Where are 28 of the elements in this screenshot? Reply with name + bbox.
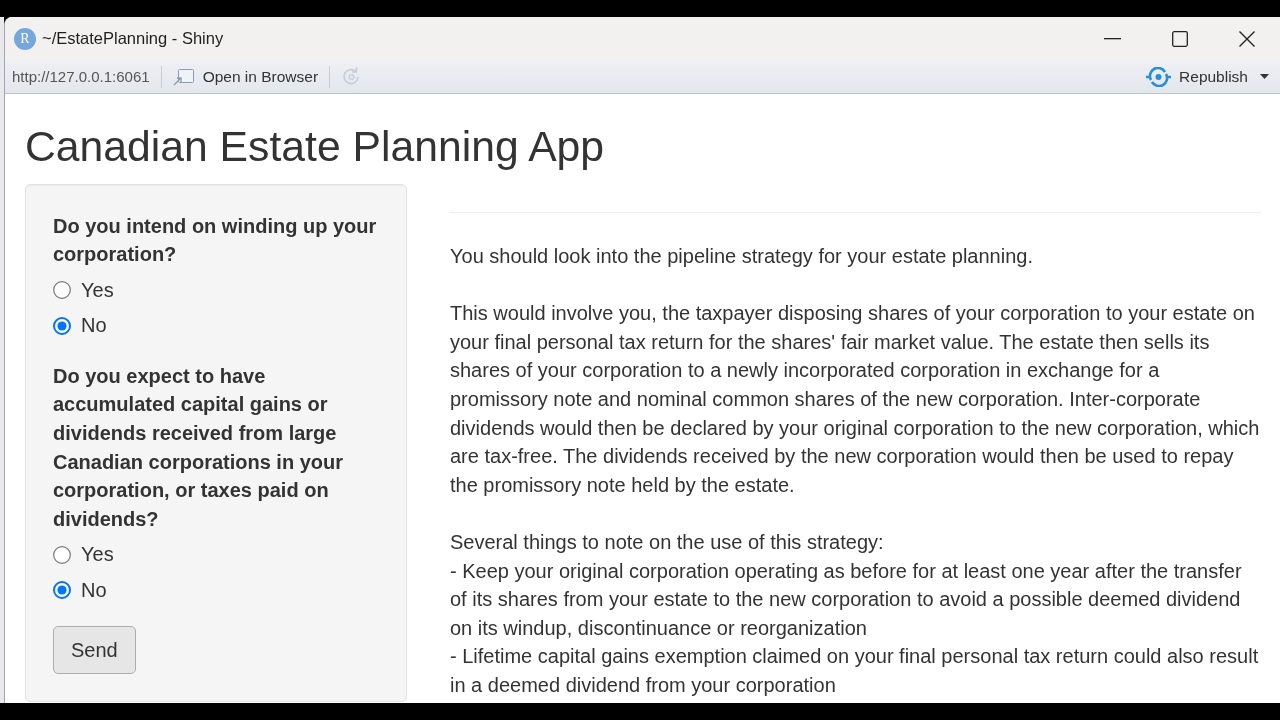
radio-button[interactable] <box>53 545 71 564</box>
close-icon[interactable] <box>1238 30 1255 47</box>
send-button[interactable]: Send <box>53 626 136 674</box>
radio-button[interactable] <box>53 581 71 600</box>
app-logo: R <box>14 27 36 50</box>
maximize-icon[interactable] <box>1171 30 1188 47</box>
note-item: - Keep your original corporation operating as before for at least one year after the transfer of its shares from your estate to the new corporation to avoid a possible deemed dividend on its windup, discontinuance or reorganization <box>450 558 1243 641</box>
radio-label[interactable]: Yes <box>81 278 114 302</box>
radio-label[interactable]: Yes <box>81 543 114 567</box>
radio-button[interactable] <box>53 281 71 300</box>
url-text: http://127.0.0.1:6061 <box>12 68 150 85</box>
republish-button[interactable]: Republish <box>1146 66 1248 87</box>
result-paragraph: You should look into the pipeline strategy for your estate planning. <box>450 244 1034 270</box>
notes-heading: Several things to note on the use of this strategy: <box>450 530 885 555</box>
radio-button[interactable] <box>53 316 71 335</box>
window-arrow-icon <box>172 67 195 86</box>
note-item: - Lifetime capital gains exemption claimed on your final personal tax return could also result in a deemed dividend from your corporation <box>450 644 1260 698</box>
open-in-browser-button[interactable]: Open in Browser <box>172 67 319 86</box>
result-paragraph: This would involve you, the taxpayer disposing shares of your corporation to your estate on your final personal tax return for the shares' fair market value. The estate then sells its shares of your corporation to a newly incorporated corporation in exchange for a promissory note and nominal common shares of the new corporation. Inter-corporate dividends would then be declared by your original corporation to the new corporation, which are tax-free. The dividends received by the new corporation would then be used to repay the promissory note held by the estate. <box>450 301 1261 498</box>
minimize-icon[interactable] <box>1104 37 1121 40</box>
app-title: Canadian Estate Planning App <box>25 122 606 170</box>
question-label: Do you expect to have accumulated capital gains or dividends received from large Canadian corporations in your corporation, or taxes paid on dividends? <box>53 363 345 532</box>
caret-icon[interactable] <box>1260 74 1269 79</box>
circular-arrows-icon <box>1146 66 1172 87</box>
question-label: Do you intend on winding up your corporation? <box>53 213 378 268</box>
radio-label[interactable]: No <box>81 314 107 338</box>
radio-label[interactable]: No <box>81 578 107 602</box>
window-title: ~/EstatePlanning - Shiny <box>42 29 224 48</box>
